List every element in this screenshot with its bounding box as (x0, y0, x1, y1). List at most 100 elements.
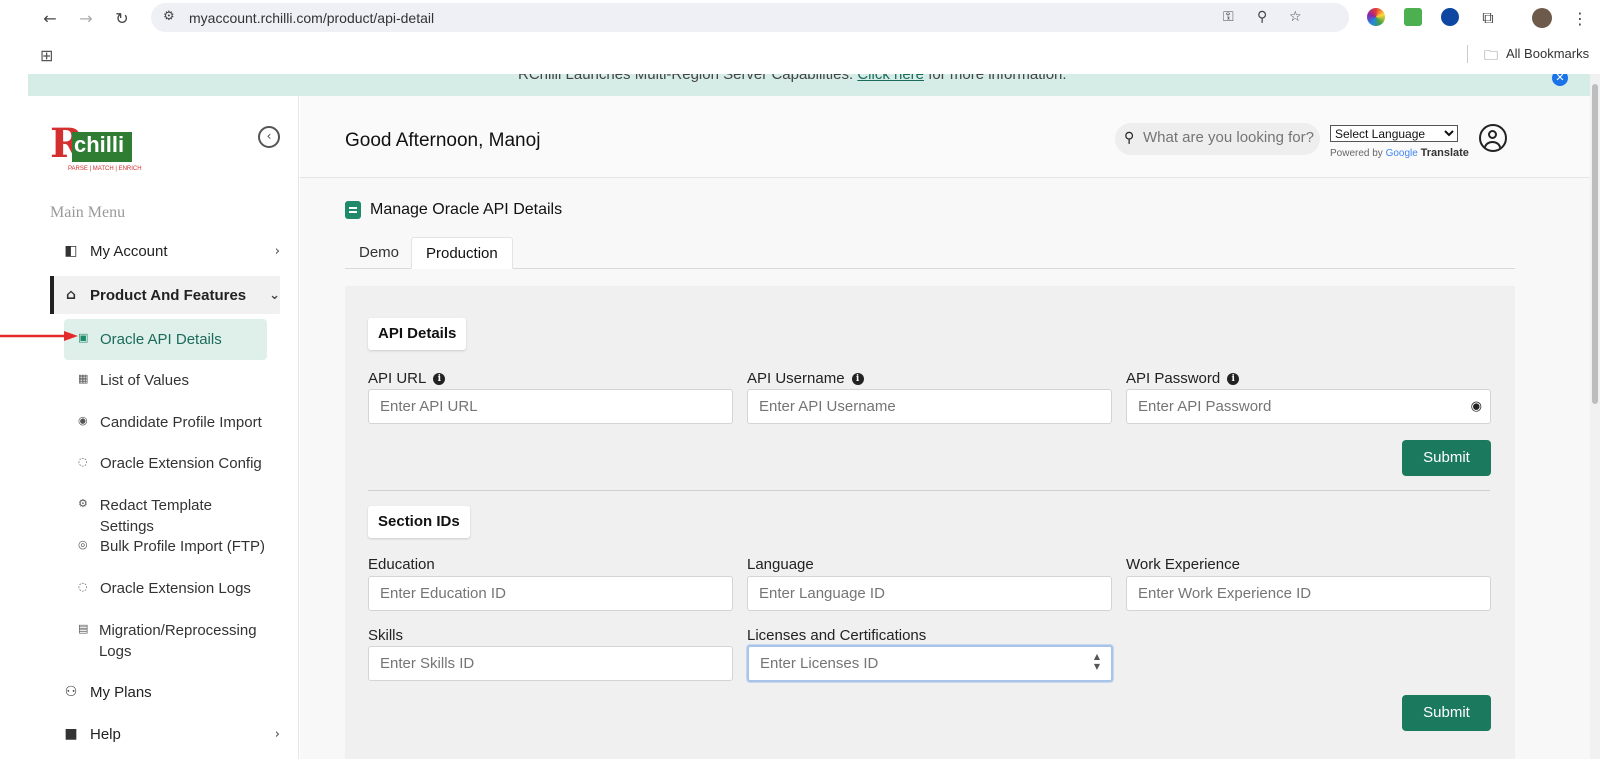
translate-link[interactable]: Translate (1421, 147, 1469, 159)
api-password-field[interactable]: ◉ (1126, 389, 1491, 424)
info-icon[interactable]: i (851, 372, 864, 385)
sidebar-subitem-list-of-values[interactable]: ▦ List of Values (64, 360, 267, 401)
sidebar-subitem-candidate-profile-import[interactable]: ◉ Candidate Profile Import (64, 402, 267, 443)
main-menu-heading: Main Menu (50, 204, 126, 221)
all-bookmarks[interactable]: All Bookmarks (1506, 46, 1589, 61)
forward-icon[interactable]: → (74, 6, 98, 30)
red-arrow-annotation (0, 331, 78, 341)
browser-toolbar: ← → ↻ ⚙ myaccount.rchilli.com/product/ap… (0, 0, 1600, 36)
extensions-puzzle-icon[interactable]: ⧉ (1476, 6, 1500, 30)
sidebar-subitem-label: Oracle Extension Config (100, 455, 262, 472)
extension-check-icon[interactable] (1441, 8, 1459, 26)
licenses-field[interactable]: ▲▼ (747, 645, 1113, 682)
api-username-field[interactable] (747, 389, 1112, 424)
skills-input[interactable] (380, 655, 710, 672)
tab-production[interactable]: Production (411, 237, 513, 269)
user-avatar-icon[interactable] (1479, 124, 1507, 152)
tab-demo[interactable]: Demo (345, 237, 413, 269)
chart-icon: ▦ (78, 372, 89, 385)
api-url-input[interactable] (380, 398, 710, 415)
sidebar-subitem-migration-reprocessing-logs[interactable]: ▤ Migration/Reprocessing Logs (64, 610, 279, 672)
education-field[interactable] (368, 576, 733, 611)
profile-avatar[interactable] (1532, 8, 1552, 28)
api-username-input[interactable] (759, 398, 1089, 415)
zoom-icon[interactable]: ⚲ (1257, 9, 1267, 25)
api-username-label: API Username i (747, 370, 864, 387)
extension-sheet-icon[interactable] (1404, 8, 1422, 26)
skills-field[interactable] (368, 646, 733, 681)
education-input[interactable] (380, 585, 710, 602)
work-experience-input[interactable] (1138, 585, 1468, 602)
chevron-right-icon: › (274, 243, 280, 259)
work-experience-field[interactable] (1126, 576, 1491, 611)
number-spinner-icon[interactable]: ▲ ▼ (1094, 652, 1100, 672)
licenses-label: Licenses and Certifications (747, 627, 927, 644)
apps-grid-icon[interactable]: ⊞ (40, 46, 53, 65)
eye-slash-icon[interactable]: ◉ (1471, 399, 1482, 414)
reload-icon[interactable]: ↻ (110, 6, 134, 30)
language-label: Language (747, 556, 814, 573)
api-details-submit-button[interactable]: Submit (1402, 440, 1491, 476)
section-ids-submit-button[interactable]: Submit (1402, 695, 1491, 731)
language-select[interactable]: Select Language (1330, 125, 1458, 142)
api-url-label: API URL i (368, 370, 446, 387)
info-icon[interactable]: i (1227, 372, 1240, 385)
book-icon: ■ (64, 726, 78, 742)
section-divider (368, 490, 1490, 491)
back-icon[interactable]: ← (38, 6, 62, 30)
close-icon[interactable]: ✕ (1552, 74, 1568, 86)
google-translate-credit: Powered by Google Translate (1330, 147, 1469, 159)
language-input[interactable] (759, 585, 1089, 602)
page-scrollbar[interactable] (1590, 74, 1600, 759)
chat-icon: ◌ (78, 455, 88, 468)
clipboard-icon (345, 201, 361, 219)
key-icon[interactable]: ⚿ (1223, 9, 1234, 25)
api-url-label-text: API URL (368, 370, 427, 387)
scrollbar-thumb[interactable] (1592, 84, 1598, 404)
licenses-input[interactable] (760, 655, 1090, 672)
clipboard-icon: ▣ (78, 331, 89, 344)
language-field[interactable] (747, 576, 1112, 611)
rchilli-logo[interactable]: R chilli PARSE | MATCH | ENRICH (50, 120, 142, 174)
sidebar-item-my-account[interactable]: ◧ My Account › (50, 232, 280, 270)
page-title-text: Manage Oracle API Details (370, 201, 563, 218)
users-icon: ⚇ (64, 684, 78, 700)
environment-tabs: Demo Production (345, 237, 1515, 269)
api-url-field[interactable] (368, 389, 733, 424)
sidebar-item-product-and-features[interactable]: ⌂ Product And Features ⌄ (50, 276, 280, 314)
search-icon: ⚲ (1124, 130, 1135, 146)
sidebar-item-help[interactable]: ■ Help › (50, 715, 280, 753)
page-header: Good Afternoon, Manoj ⚲ Select Language … (300, 96, 1590, 178)
global-search[interactable]: ⚲ (1115, 123, 1320, 155)
api-password-input[interactable] (1138, 398, 1468, 415)
announcement-link[interactable]: Click here (857, 74, 924, 83)
info-icon[interactable]: i (433, 372, 446, 385)
greeting-text: Good Afternoon, Manoj (345, 130, 541, 151)
page-title: Manage Oracle API Details (345, 201, 562, 219)
collapse-sidebar-icon[interactable]: ‹ (258, 126, 280, 148)
education-label: Education (368, 556, 435, 573)
bookmarks-divider (1467, 45, 1468, 63)
sidebar-subitem-oracle-extension-config[interactable]: ◌ Oracle Extension Config (64, 443, 267, 484)
url-text[interactable]: myaccount.rchilli.com/product/api-detail (189, 10, 434, 26)
sidebar-subitem-bulk-profile-import[interactable]: ◎ Bulk Profile Import (FTP) (64, 526, 267, 567)
sidebar-subitem-oracle-extension-logs[interactable]: ◌ Oracle Extension Logs (64, 568, 267, 609)
search-input[interactable] (1143, 129, 1315, 146)
star-icon[interactable]: ☆ (1289, 9, 1302, 25)
user-circle-icon: ◉ (78, 414, 88, 427)
sidebar-item-my-plans[interactable]: ⚇ My Plans (50, 673, 280, 711)
powered-by-text: Powered by (1330, 148, 1383, 159)
menu-kebab-icon[interactable]: ⋮ (1568, 6, 1592, 30)
announcement-message: RChilli Launches Multi-Region Server Cap… (518, 74, 854, 83)
sidebar-subitem-oracle-api-details[interactable]: ▣ Oracle API Details (64, 319, 267, 360)
address-bar[interactable]: ⚙ myaccount.rchilli.com/product/api-deta… (151, 3, 1349, 32)
announcement-suffix: for more information. (928, 74, 1067, 83)
google-logo-text: Google (1385, 148, 1418, 159)
settings-icon: ⚙ (78, 497, 88, 510)
badge-icon: ◎ (78, 538, 88, 551)
site-settings-icon[interactable]: ⚙ (163, 9, 175, 24)
extension-color-icon[interactable] (1367, 8, 1385, 26)
work-experience-label: Work Experience (1126, 556, 1240, 573)
database-icon: ▤ (78, 622, 89, 635)
section-ids-heading: Section IDs (368, 506, 470, 538)
